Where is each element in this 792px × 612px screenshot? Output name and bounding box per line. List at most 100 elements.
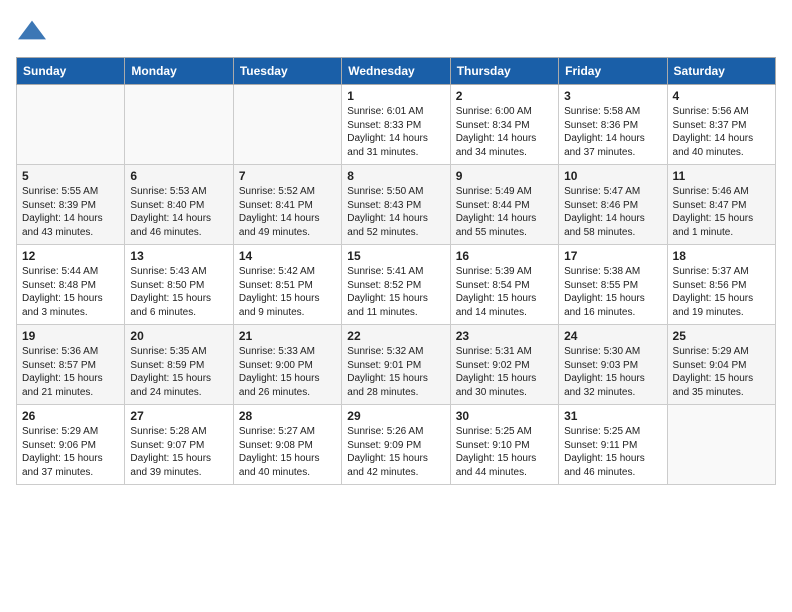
- weekday-header-saturday: Saturday: [667, 58, 775, 85]
- day-number: 12: [22, 249, 119, 263]
- weekday-header-tuesday: Tuesday: [233, 58, 341, 85]
- day-info: Sunrise: 5:47 AMSunset: 8:46 PMDaylight:…: [564, 185, 661, 239]
- day-info: Sunrise: 5:25 AMSunset: 9:10 PMDaylight:…: [456, 425, 553, 479]
- day-info: Sunrise: 5:28 AMSunset: 9:07 PMDaylight:…: [130, 425, 227, 479]
- calendar-cell: 28 Sunrise: 5:27 AMSunset: 9:08 PMDayligh…: [233, 405, 341, 485]
- calendar-cell: [125, 85, 233, 165]
- calendar-week-4: 26 Sunrise: 5:29 AMSunset: 9:06 PMDayligh…: [17, 405, 776, 485]
- day-info: Sunrise: 5:29 AMSunset: 9:06 PMDaylight:…: [22, 425, 119, 479]
- day-info: Sunrise: 5:53 AMSunset: 8:40 PMDaylight:…: [130, 185, 227, 239]
- day-number: 28: [239, 409, 336, 423]
- weekday-header-wednesday: Wednesday: [342, 58, 450, 85]
- calendar-cell: [667, 405, 775, 485]
- day-info: Sunrise: 5:26 AMSunset: 9:09 PMDaylight:…: [347, 425, 444, 479]
- day-number: 19: [22, 329, 119, 343]
- calendar-table: SundayMondayTuesdayWednesdayThursdayFrid…: [16, 57, 776, 485]
- calendar-cell: 24 Sunrise: 5:30 AMSunset: 9:03 PMDayligh…: [559, 325, 667, 405]
- day-number: 23: [456, 329, 553, 343]
- day-info: Sunrise: 5:25 AMSunset: 9:11 PMDaylight:…: [564, 425, 661, 479]
- day-number: 13: [130, 249, 227, 263]
- day-number: 24: [564, 329, 661, 343]
- calendar-cell: 17 Sunrise: 5:38 AMSunset: 8:55 PMDayligh…: [559, 245, 667, 325]
- calendar-cell: 13 Sunrise: 5:43 AMSunset: 8:50 PMDayligh…: [125, 245, 233, 325]
- day-number: 17: [564, 249, 661, 263]
- page-header: [16, 16, 776, 49]
- logo-icon: [18, 16, 46, 44]
- day-number: 27: [130, 409, 227, 423]
- day-info: Sunrise: 5:35 AMSunset: 8:59 PMDaylight:…: [130, 345, 227, 399]
- calendar-cell: 27 Sunrise: 5:28 AMSunset: 9:07 PMDayligh…: [125, 405, 233, 485]
- weekday-row: SundayMondayTuesdayWednesdayThursdayFrid…: [17, 58, 776, 85]
- day-info: Sunrise: 5:38 AMSunset: 8:55 PMDaylight:…: [564, 265, 661, 319]
- day-number: 31: [564, 409, 661, 423]
- calendar-cell: 10 Sunrise: 5:47 AMSunset: 8:46 PMDayligh…: [559, 165, 667, 245]
- calendar-cell: 31 Sunrise: 5:25 AMSunset: 9:11 PMDayligh…: [559, 405, 667, 485]
- day-number: 25: [673, 329, 770, 343]
- calendar-cell: 18Sunrise: 5:37 AMSunset: 8:56 PMDayligh…: [667, 245, 775, 325]
- calendar-cell: [233, 85, 341, 165]
- day-info: Sunrise: 5:50 AMSunset: 8:43 PMDaylight:…: [347, 185, 444, 239]
- calendar-cell: 21 Sunrise: 5:33 AMSunset: 9:00 PMDayligh…: [233, 325, 341, 405]
- day-number: 8: [347, 169, 444, 183]
- day-number: 9: [456, 169, 553, 183]
- day-number: 26: [22, 409, 119, 423]
- day-info: Sunrise: 5:31 AMSunset: 9:02 PMDaylight:…: [456, 345, 553, 399]
- calendar-cell: 8 Sunrise: 5:50 AMSunset: 8:43 PMDaylight…: [342, 165, 450, 245]
- day-number: 4: [673, 89, 770, 103]
- calendar-cell: 12 Sunrise: 5:44 AMSunset: 8:48 PMDayligh…: [17, 245, 125, 325]
- day-number: 22: [347, 329, 444, 343]
- calendar-cell: 11Sunrise: 5:46 AMSunset: 8:47 PMDayligh…: [667, 165, 775, 245]
- day-number: 16: [456, 249, 553, 263]
- day-info: Sunrise: 5:39 AMSunset: 8:54 PMDaylight:…: [456, 265, 553, 319]
- calendar-cell: 14Sunrise: 5:42 AMSunset: 8:51 PMDayligh…: [233, 245, 341, 325]
- day-info: Sunrise: 5:44 AMSunset: 8:48 PMDaylight:…: [22, 265, 119, 319]
- day-number: 6: [130, 169, 227, 183]
- calendar-cell: 16 Sunrise: 5:39 AMSunset: 8:54 PMDayligh…: [450, 245, 558, 325]
- calendar-cell: [17, 85, 125, 165]
- day-info: Sunrise: 5:49 AMSunset: 8:44 PMDaylight:…: [456, 185, 553, 239]
- day-info: Sunrise: 5:58 AMSunset: 8:36 PMDaylight:…: [564, 105, 661, 159]
- calendar-week-3: 19Sunrise: 5:36 AMSunset: 8:57 PMDayligh…: [17, 325, 776, 405]
- calendar-week-2: 12 Sunrise: 5:44 AMSunset: 8:48 PMDayligh…: [17, 245, 776, 325]
- day-number: 29: [347, 409, 444, 423]
- day-number: 30: [456, 409, 553, 423]
- calendar-cell: 30 Sunrise: 5:25 AMSunset: 9:10 PMDayligh…: [450, 405, 558, 485]
- day-number: 21: [239, 329, 336, 343]
- day-number: 3: [564, 89, 661, 103]
- calendar-cell: 19Sunrise: 5:36 AMSunset: 8:57 PMDayligh…: [17, 325, 125, 405]
- day-info: Sunrise: 5:32 AMSunset: 9:01 PMDaylight:…: [347, 345, 444, 399]
- calendar-cell: 22 Sunrise: 5:32 AMSunset: 9:01 PMDayligh…: [342, 325, 450, 405]
- calendar-cell: 25 Sunrise: 5:29 AMSunset: 9:04 PMDayligh…: [667, 325, 775, 405]
- day-number: 5: [22, 169, 119, 183]
- day-info: Sunrise: 5:30 AMSunset: 9:03 PMDaylight:…: [564, 345, 661, 399]
- day-number: 7: [239, 169, 336, 183]
- calendar-week-0: 1Sunrise: 6:01 AMSunset: 8:33 PMDaylight…: [17, 85, 776, 165]
- day-info: Sunrise: 5:27 AMSunset: 9:08 PMDaylight:…: [239, 425, 336, 479]
- calendar-cell: 2 Sunrise: 6:00 AMSunset: 8:34 PMDaylight…: [450, 85, 558, 165]
- day-info: Sunrise: 5:41 AMSunset: 8:52 PMDaylight:…: [347, 265, 444, 319]
- day-info: Sunrise: 5:43 AMSunset: 8:50 PMDaylight:…: [130, 265, 227, 319]
- day-info: Sunrise: 5:33 AMSunset: 9:00 PMDaylight:…: [239, 345, 336, 399]
- calendar-cell: 23 Sunrise: 5:31 AMSunset: 9:02 PMDayligh…: [450, 325, 558, 405]
- weekday-header-thursday: Thursday: [450, 58, 558, 85]
- day-info: Sunrise: 6:00 AMSunset: 8:34 PMDaylight:…: [456, 105, 553, 159]
- day-number: 2: [456, 89, 553, 103]
- calendar-cell: 29 Sunrise: 5:26 AMSunset: 9:09 PMDayligh…: [342, 405, 450, 485]
- day-number: 10: [564, 169, 661, 183]
- calendar-cell: 15 Sunrise: 5:41 AMSunset: 8:52 PMDayligh…: [342, 245, 450, 325]
- calendar-body: 1Sunrise: 6:01 AMSunset: 8:33 PMDaylight…: [17, 85, 776, 485]
- calendar-cell: 26 Sunrise: 5:29 AMSunset: 9:06 PMDayligh…: [17, 405, 125, 485]
- day-info: Sunrise: 5:46 AMSunset: 8:47 PMDaylight:…: [673, 185, 770, 239]
- day-info: Sunrise: 5:52 AMSunset: 8:41 PMDaylight:…: [239, 185, 336, 239]
- day-info: Sunrise: 5:29 AMSunset: 9:04 PMDaylight:…: [673, 345, 770, 399]
- logo: [16, 16, 46, 49]
- day-number: 1: [347, 89, 444, 103]
- calendar-cell: 3 Sunrise: 5:58 AMSunset: 8:36 PMDaylight…: [559, 85, 667, 165]
- calendar-cell: 7 Sunrise: 5:52 AMSunset: 8:41 PMDaylight…: [233, 165, 341, 245]
- calendar-cell: 1Sunrise: 6:01 AMSunset: 8:33 PMDaylight…: [342, 85, 450, 165]
- calendar-cell: 20Sunrise: 5:35 AMSunset: 8:59 PMDayligh…: [125, 325, 233, 405]
- weekday-header-monday: Monday: [125, 58, 233, 85]
- calendar-cell: 6 Sunrise: 5:53 AMSunset: 8:40 PMDaylight…: [125, 165, 233, 245]
- day-number: 15: [347, 249, 444, 263]
- day-number: 14: [239, 249, 336, 263]
